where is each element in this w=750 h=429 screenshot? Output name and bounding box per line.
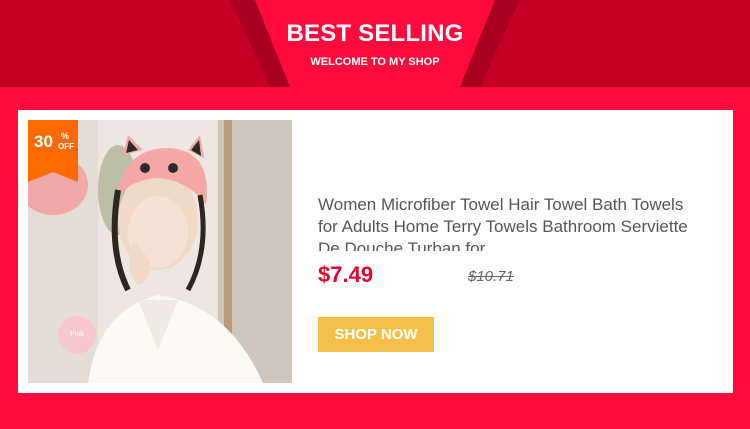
product-image[interactable]: 30 % OFF Pink — [28, 120, 292, 383]
discount-badge-notch — [28, 172, 78, 182]
product-card: 30 % OFF Pink Women Microfiber Towel Hai… — [18, 110, 733, 393]
current-price: $7.49 — [318, 262, 374, 287]
discount-number: 30 — [34, 132, 53, 151]
original-price: $10.71 — [468, 268, 514, 285]
header-banner: BEST SELLING WELCOME TO MY SHOP — [0, 0, 750, 87]
banner-subtitle: WELCOME TO MY SHOP — [310, 56, 440, 68]
color-swatch-pink[interactable]: Pink — [58, 316, 96, 354]
shop-now-button[interactable]: SHOP NOW — [318, 317, 434, 352]
discount-badge: 30 % OFF — [28, 120, 78, 172]
product-title[interactable]: Women Microfiber Towel Hair Towel Bath T… — [318, 194, 688, 251]
discount-percent-sign: % — [61, 131, 70, 141]
banner-title: BEST SELLING — [286, 20, 464, 47]
discount-off-label: OFF — [58, 142, 74, 151]
